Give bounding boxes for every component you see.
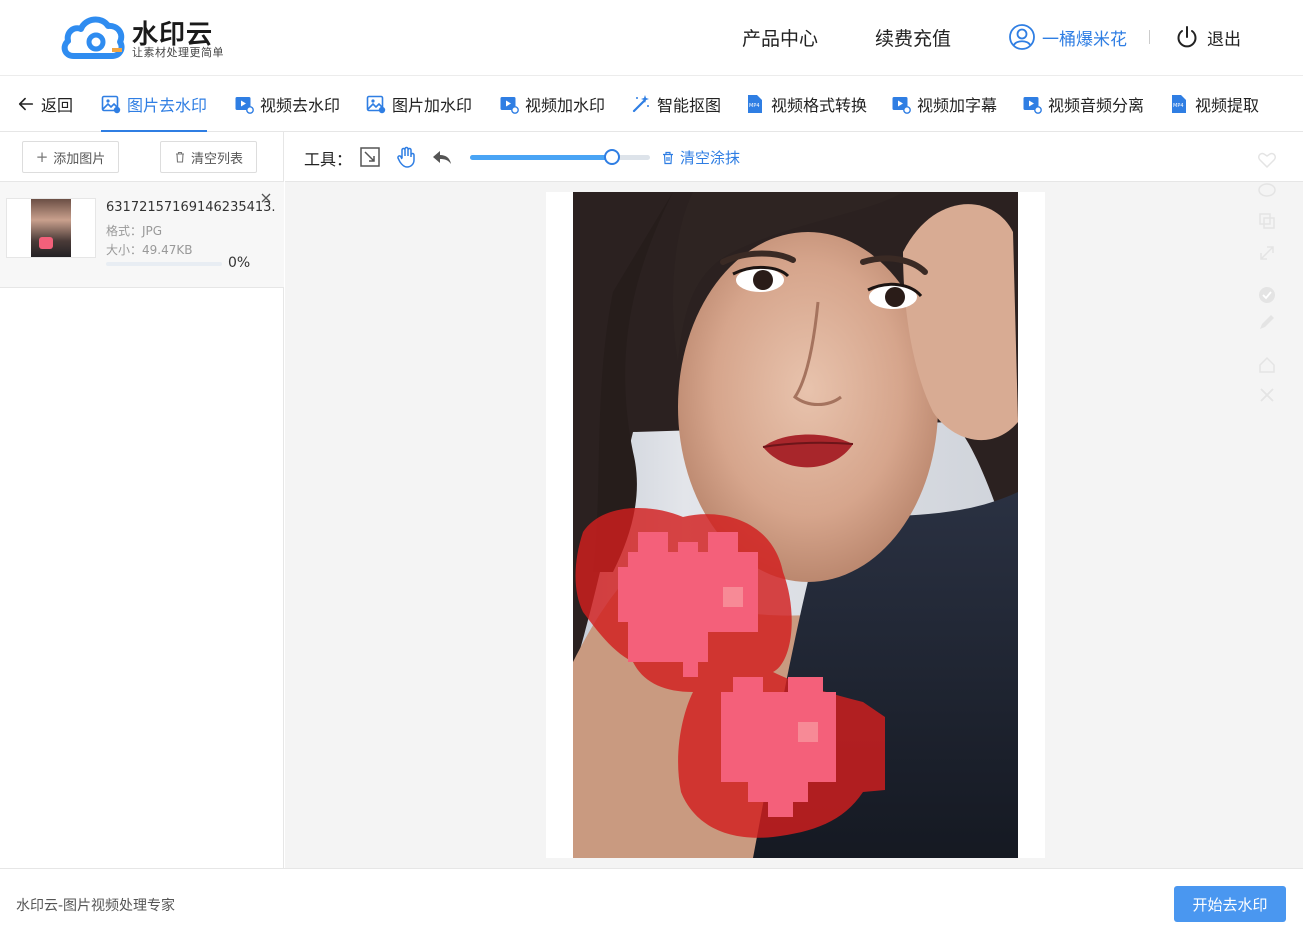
file-thumbnail bbox=[6, 198, 96, 258]
footer-text: 水印云-图片视频处理专家 bbox=[16, 898, 176, 914]
brush-size-slider[interactable] bbox=[470, 149, 650, 165]
tab-label: 图片加水印 bbox=[392, 96, 473, 115]
video-icon bbox=[500, 97, 519, 114]
tab-smart-cutout[interactable]: 智能抠图 bbox=[631, 76, 721, 132]
video-icon bbox=[235, 97, 254, 114]
slider-fill bbox=[470, 155, 613, 160]
svg-text:MP4: MP4 bbox=[749, 103, 760, 109]
expand-icon[interactable] bbox=[1257, 243, 1277, 263]
tab-video-subtitles[interactable]: 视频加字幕 bbox=[891, 76, 997, 132]
add-image-button[interactable]: + 添加图片 bbox=[22, 141, 119, 173]
clear-paint-button[interactable]: 清空涂抹 bbox=[661, 147, 740, 168]
image-icon bbox=[101, 95, 121, 114]
magic-wand-icon bbox=[632, 95, 649, 113]
file-list-item[interactable]: 63172157169146235413... 格式：JPG 大小：49.47K… bbox=[0, 182, 284, 288]
tab-label: 视频去水印 bbox=[260, 96, 341, 115]
tab-image-add-watermark[interactable]: 图片加水印 bbox=[366, 76, 472, 132]
progress-bar bbox=[106, 262, 222, 266]
editor-area: 工具： 清空涂抹 bbox=[285, 132, 1303, 868]
video-icon bbox=[1023, 97, 1042, 114]
tab-label: 视频提取 bbox=[1195, 96, 1260, 115]
top-bar: 水印云 让素材处理更简单 产品中心 续费充值 一桶爆米花 退出 bbox=[0, 0, 1303, 76]
portrait-photo bbox=[573, 192, 1018, 858]
slider-handle[interactable] bbox=[604, 149, 621, 165]
start-remove-watermark-button[interactable]: 开始去水印 bbox=[1174, 886, 1286, 922]
tab-image-remove-watermark[interactable]: 图片去水印 bbox=[101, 76, 208, 132]
file-size: 大小：49.47KB bbox=[106, 243, 193, 257]
tab-label: 视频加字幕 bbox=[917, 96, 998, 115]
pencil-icon[interactable] bbox=[1257, 312, 1277, 332]
side-tool-strip bbox=[1252, 145, 1282, 435]
photo bbox=[573, 192, 1018, 858]
user-menu[interactable]: 一桶爆米花 bbox=[1008, 22, 1127, 52]
arrow-left-icon bbox=[18, 97, 34, 111]
nav-product-center[interactable]: 产品中心 bbox=[742, 24, 818, 51]
logo-subtitle: 让素材处理更简单 bbox=[132, 46, 224, 59]
check-circle-icon[interactable] bbox=[1257, 285, 1277, 305]
clear-list-label: 清空列表 bbox=[190, 151, 243, 167]
power-icon bbox=[1177, 26, 1197, 48]
tab-video-audio-separate[interactable]: 视频音频分离 bbox=[1022, 76, 1144, 132]
progress-text: 0% bbox=[228, 255, 251, 271]
mp4-file-icon: MP4 bbox=[1172, 95, 1186, 113]
thumbnail-image bbox=[31, 199, 71, 257]
file-name: 63172157169146235413... bbox=[106, 200, 276, 215]
plus-icon: + bbox=[35, 148, 49, 166]
copy-icon[interactable] bbox=[1257, 211, 1277, 231]
tab-label: 图片去水印 bbox=[127, 96, 208, 115]
logout-button[interactable]: 退出 bbox=[1175, 22, 1241, 52]
logout-label: 退出 bbox=[1207, 29, 1241, 50]
close-icon[interactable] bbox=[260, 192, 272, 204]
video-icon bbox=[892, 97, 911, 114]
file-list-panel: + 添加图片 清空列表 63172157169146235413... 格式：J… bbox=[0, 132, 284, 868]
heart-sticker bbox=[39, 237, 53, 249]
hand-icon[interactable] bbox=[395, 146, 417, 168]
tab-video-remove-watermark[interactable]: 视频去水印 bbox=[234, 76, 340, 132]
back-button[interactable]: 返回 bbox=[17, 76, 73, 132]
clear-list-button[interactable]: 清空列表 bbox=[160, 141, 257, 173]
trash-icon bbox=[663, 151, 673, 164]
logo[interactable]: 水印云 让素材处理更简单 bbox=[60, 12, 230, 62]
home-icon[interactable] bbox=[1257, 355, 1277, 375]
image-icon bbox=[366, 95, 386, 114]
tab-video-format-convert[interactable]: MP4 视频格式转换 bbox=[745, 76, 867, 132]
footer-bar: 水印云-图片视频处理专家 开始去水印 bbox=[0, 868, 1303, 928]
tab-label: 智能抠图 bbox=[657, 96, 722, 115]
trash-icon bbox=[175, 151, 184, 163]
feature-tabs: 返回 图片去水印 视频去水印 图片加水印 视频加水印 智能抠图 MP4 视频格式… bbox=[0, 76, 1303, 132]
tab-video-add-watermark[interactable]: 视频加水印 bbox=[499, 76, 605, 132]
user-avatar-icon bbox=[1009, 24, 1035, 50]
cloud-logo-icon bbox=[61, 16, 125, 59]
add-image-label: 添加图片 bbox=[53, 151, 106, 167]
tools-label: 工具： bbox=[304, 150, 353, 169]
divider bbox=[1149, 30, 1150, 44]
svg-text:MP4: MP4 bbox=[1173, 103, 1184, 109]
mp4-file-icon: MP4 bbox=[748, 95, 762, 113]
tab-label: 视频格式转换 bbox=[771, 96, 868, 115]
comment-icon[interactable] bbox=[1257, 181, 1277, 201]
clear-paint-label: 清空涂抹 bbox=[680, 149, 741, 167]
tab-video-extract[interactable]: MP4 视频提取 bbox=[1169, 76, 1259, 132]
tab-label: 视频加水印 bbox=[525, 96, 606, 115]
nav-renew[interactable]: 续费充值 bbox=[875, 24, 951, 51]
tab-label: 视频音频分离 bbox=[1048, 96, 1145, 115]
close-icon[interactable] bbox=[1257, 385, 1277, 405]
username: 一桶爆米花 bbox=[1042, 29, 1127, 50]
tab-label: 返回 bbox=[41, 96, 74, 115]
image-canvas[interactable] bbox=[546, 192, 1045, 858]
undo-icon[interactable] bbox=[431, 146, 453, 168]
file-format: 格式：JPG bbox=[106, 224, 163, 238]
tool-bar: 工具： 清空涂抹 bbox=[285, 132, 1303, 182]
heart-icon[interactable] bbox=[1257, 150, 1277, 170]
select-box-icon[interactable] bbox=[359, 146, 381, 168]
